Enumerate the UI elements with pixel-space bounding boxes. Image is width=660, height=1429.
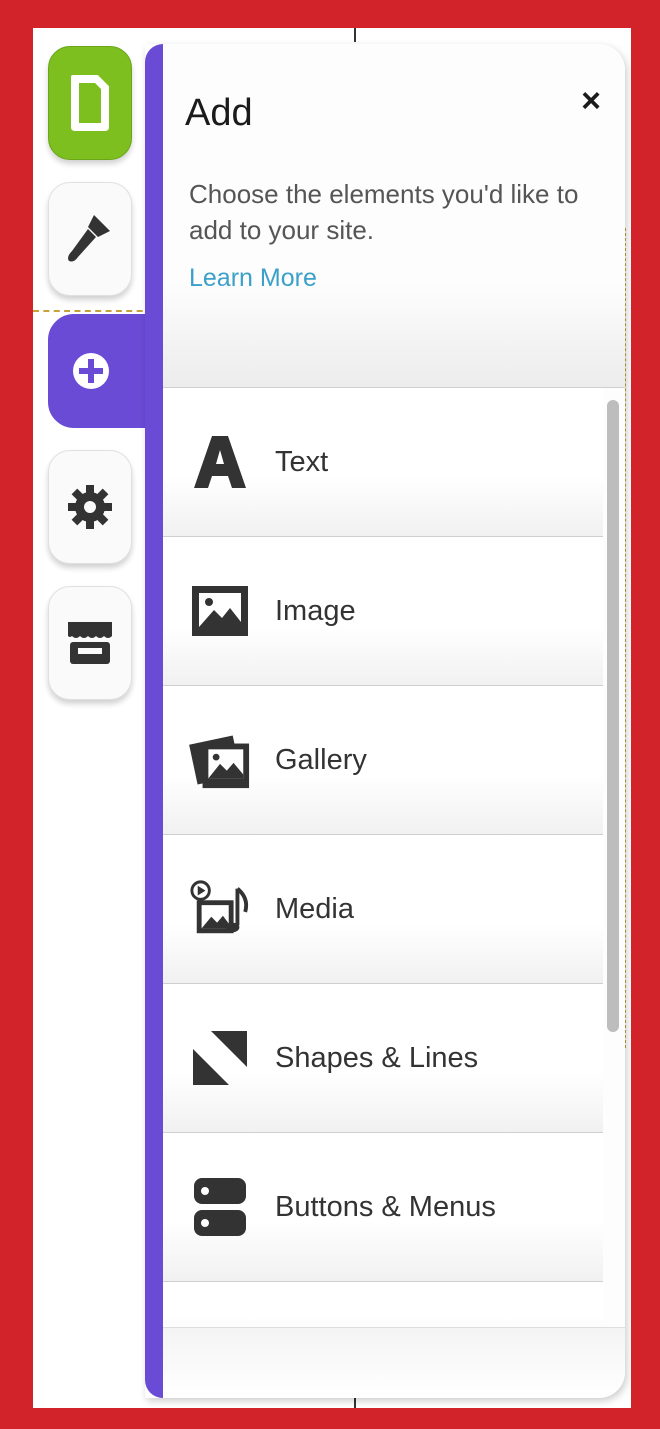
rail-design-button[interactable] — [48, 182, 132, 296]
shapes-icon — [189, 1027, 251, 1089]
image-icon — [189, 580, 251, 642]
page-icon — [71, 75, 109, 131]
rail-settings-button[interactable] — [48, 450, 132, 564]
list-item-label: Text — [275, 445, 329, 478]
editor-canvas: Add × Choose the elements you'd like to … — [33, 28, 631, 1408]
store-icon — [68, 622, 112, 664]
close-icon[interactable]: × — [581, 82, 601, 121]
buttons-icon — [189, 1176, 251, 1238]
canvas-guide-line — [354, 1398, 356, 1408]
canvas-dashed-guide — [33, 310, 153, 312]
text-icon — [189, 431, 251, 493]
element-list: Text Image Gallery Media Shapes & Lines … — [163, 388, 603, 1324]
gear-icon — [68, 485, 112, 529]
list-item-label: Buttons & Menus — [275, 1190, 496, 1223]
canvas-dashed-guide — [625, 228, 626, 1048]
rail-add-button[interactable] — [48, 314, 150, 428]
list-item-label: Shapes & Lines — [275, 1041, 479, 1074]
panel-description: Choose the elements you'd like to add to… — [189, 179, 579, 245]
list-item-label: Gallery — [275, 743, 367, 776]
list-scrollbar[interactable] — [607, 400, 619, 1032]
list-item-text[interactable]: Text — [163, 388, 603, 537]
media-icon — [189, 878, 251, 940]
list-item-shapes[interactable]: Shapes & Lines — [163, 984, 603, 1133]
rail-store-button[interactable] — [48, 586, 132, 700]
plus-circle-icon — [73, 353, 109, 389]
add-panel: Add × Choose the elements you'd like to … — [145, 44, 625, 1398]
list-item-label: Media — [275, 892, 354, 925]
learn-more-link[interactable]: Learn More — [189, 264, 317, 293]
panel-title: Add — [185, 92, 253, 134]
rail-pages-button[interactable] — [48, 46, 132, 160]
list-item-media[interactable]: Media — [163, 835, 603, 984]
list-item-label: Image — [275, 594, 356, 627]
panel-accent-stripe — [145, 44, 163, 1398]
list-item-partial[interactable] — [163, 1282, 603, 1324]
list-item-buttons[interactable]: Buttons & Menus — [163, 1133, 603, 1282]
panel-footer — [163, 1327, 625, 1398]
list-item-gallery[interactable]: Gallery — [163, 686, 603, 835]
canvas-guide-line — [354, 28, 356, 42]
list-item-image[interactable]: Image — [163, 537, 603, 686]
gallery-icon — [189, 729, 251, 791]
panel-header: Add × Choose the elements you'd like to … — [163, 44, 625, 388]
brush-icon — [68, 215, 110, 262]
